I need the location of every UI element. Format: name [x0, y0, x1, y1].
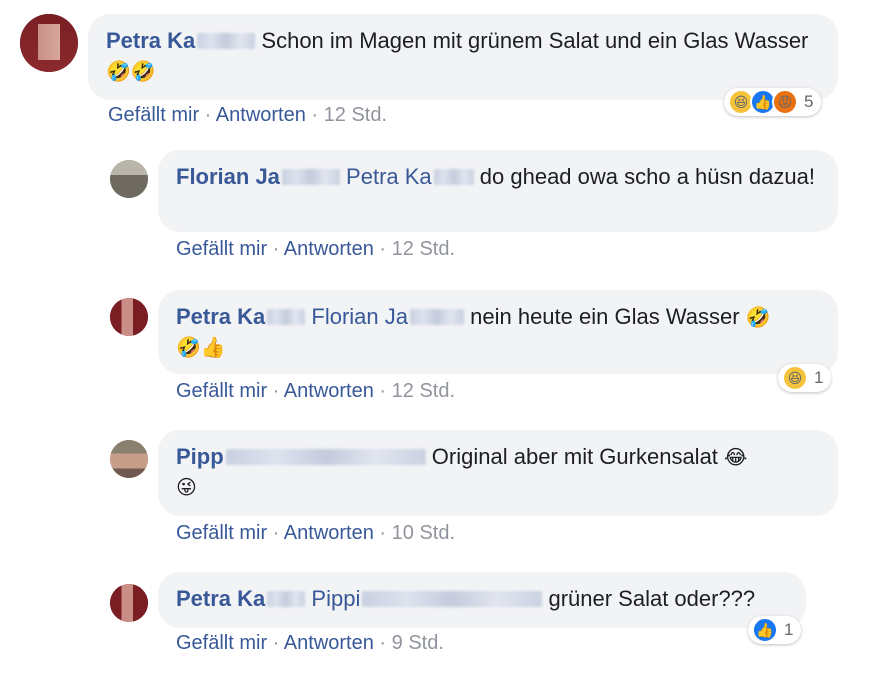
author-name[interactable]: Petra Ka: [176, 586, 265, 611]
blurred-name: [433, 169, 474, 185]
tears-of-joy-emoji-icon: 😂: [724, 445, 748, 469]
reply-link[interactable]: Antworten: [284, 632, 374, 654]
blurred-name: [225, 449, 426, 465]
like-link[interactable]: Gefällt mir: [176, 632, 267, 654]
comment-actions: Gefällt mir · Antworten · 12 Std.: [176, 238, 456, 260]
reaction-summary[interactable]: 😆 1: [778, 364, 832, 392]
comment-bubble: Petra Ka Schon im Magen mit grünem Salat…: [88, 14, 838, 100]
comment-bubble: Pipp Original aber mit Gurkensalat 😂 😜: [158, 430, 838, 516]
reaction-summary[interactable]: 😆 👍 😡 5: [724, 88, 822, 116]
like-link[interactable]: Gefällt mir: [176, 238, 267, 260]
timestamp[interactable]: 12 Std.: [392, 380, 455, 402]
mention-link[interactable]: Florian Ja: [311, 304, 408, 329]
avatar[interactable]: [110, 160, 148, 198]
timestamp[interactable]: 10 Std.: [392, 522, 455, 544]
comment-bubble: Florian Ja Petra Ka do ghead owa scho a …: [158, 150, 838, 232]
avatar[interactable]: [110, 298, 148, 336]
blurred-name: [281, 169, 340, 185]
blurred-name: [197, 33, 256, 49]
reply-link[interactable]: Antworten: [216, 104, 306, 126]
blurred-name: [267, 309, 306, 325]
avatar[interactable]: [110, 440, 148, 478]
like-link[interactable]: Gefällt mir: [176, 380, 267, 402]
comment-text: Original aber mit Gurkensalat: [431, 444, 718, 469]
comment-text: do ghead owa scho a hüsn dazua!: [479, 164, 815, 189]
comment-text: nein heute ein Glas Wasser: [470, 304, 740, 329]
comment-actions: Gefällt mir · Antworten · 10 Std.: [176, 522, 456, 544]
avatar[interactable]: [110, 584, 148, 622]
blurred-name: [267, 591, 306, 607]
comment-text: Schon im Magen mit grünem Salat und ein …: [261, 28, 809, 53]
blurred-name: [362, 591, 543, 607]
timestamp[interactable]: 12 Std.: [324, 104, 387, 126]
reaction-count: 1: [784, 620, 794, 639]
timestamp[interactable]: 9 Std.: [392, 632, 444, 654]
comment-text: grüner Salat oder???: [548, 586, 756, 611]
comment-bubble: Petra Ka Florian Ja nein heute ein Glas …: [158, 290, 838, 374]
angry-icon: 😡: [772, 89, 798, 115]
comment-actions: Gefällt mir · Antworten · 12 Std.: [108, 104, 388, 126]
comment-actions: Gefällt mir · Antworten · 12 Std.: [176, 380, 456, 402]
timestamp[interactable]: 12 Std.: [392, 238, 455, 260]
laughing-emoji-icon: 🤣: [745, 305, 771, 329]
author-name[interactable]: Petra Ka: [176, 304, 265, 329]
reply-link[interactable]: Antworten: [284, 238, 374, 260]
author-name[interactable]: Petra Ka: [106, 28, 195, 53]
reply-link[interactable]: Antworten: [284, 522, 374, 544]
comment-actions: Gefällt mir · Antworten · 9 Std.: [176, 632, 444, 654]
haha-icon: 😆: [782, 365, 808, 391]
like-link[interactable]: Gefällt mir: [176, 522, 267, 544]
like-link[interactable]: Gefällt mir: [108, 104, 199, 126]
laughing-thumbs-emoji-icon: 🤣👍: [176, 335, 226, 359]
blurred-name: [410, 309, 464, 325]
mention-link[interactable]: Pippi: [311, 586, 360, 611]
reaction-count: 1: [814, 368, 824, 387]
avatar[interactable]: [20, 14, 78, 72]
winking-tongue-emoji-icon: 😜: [176, 475, 197, 499]
comment-bubble: Petra Ka Pippi grüner Salat oder???: [158, 572, 806, 628]
reply-link[interactable]: Antworten: [284, 380, 374, 402]
laughing-emoji-icon: 🤣🤣: [106, 59, 156, 83]
like-icon: 👍: [752, 617, 778, 643]
author-name[interactable]: Pipp: [176, 444, 224, 469]
reaction-summary[interactable]: 👍 1: [748, 616, 802, 644]
mention-link[interactable]: Petra Ka: [346, 164, 432, 189]
author-name[interactable]: Florian Ja: [176, 164, 280, 189]
reaction-count: 5: [804, 92, 814, 111]
